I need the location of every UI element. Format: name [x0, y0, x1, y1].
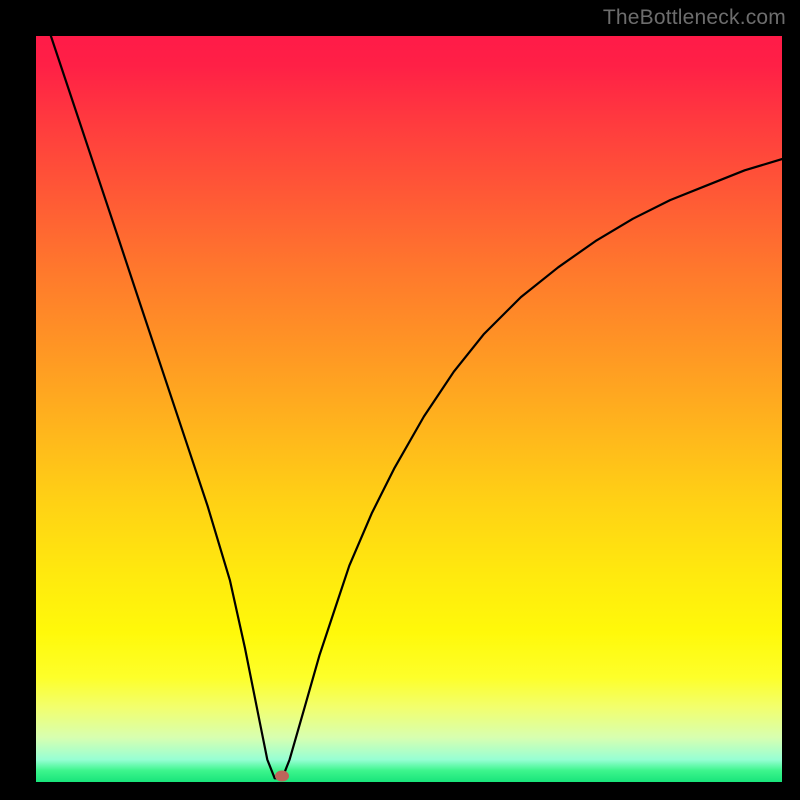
- chart-frame: TheBottleneck.com: [0, 0, 800, 800]
- bottleneck-curve: [36, 36, 782, 782]
- watermark-text: TheBottleneck.com: [603, 6, 786, 30]
- plot-area: [36, 36, 782, 782]
- optimal-point-marker: [275, 771, 289, 782]
